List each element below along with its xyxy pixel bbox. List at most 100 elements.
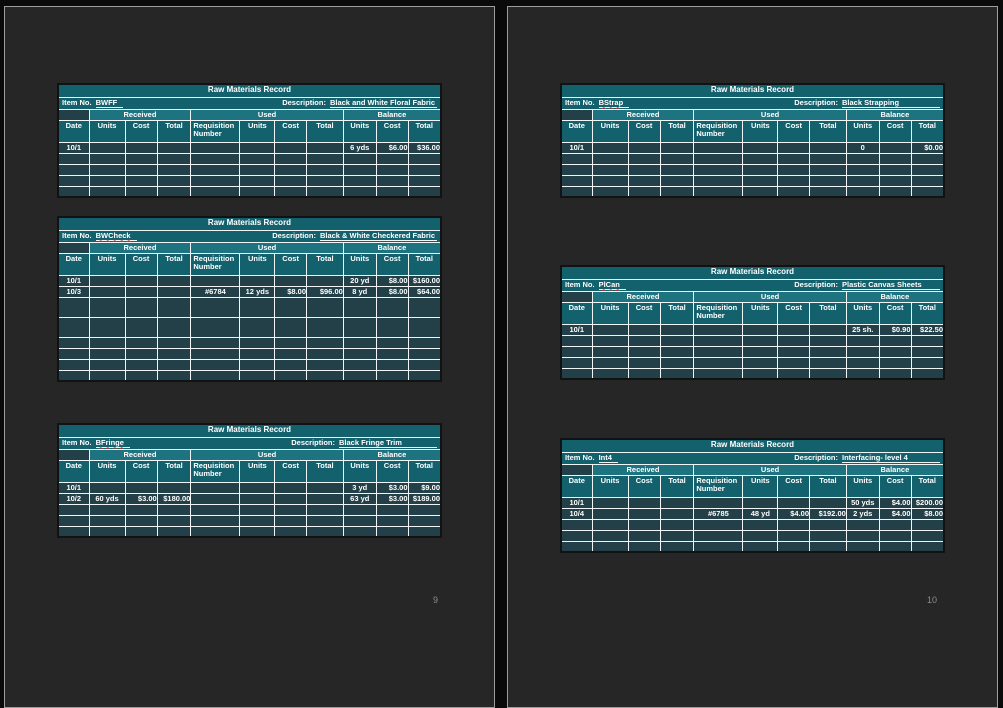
column-header[interactable]: Units [591, 119, 629, 143]
table-cell[interactable] [306, 369, 344, 382]
table-cell[interactable] [809, 141, 847, 154]
table-cell[interactable] [239, 163, 276, 176]
item-description-row[interactable]: Item No. PlCan Description: Plastic Canvas … [560, 278, 945, 292]
item-no-value[interactable]: BStrap [598, 98, 630, 108]
table-cell[interactable] [659, 367, 695, 380]
table-cell[interactable] [306, 174, 344, 187]
table-cell[interactable] [693, 141, 744, 154]
table-cell[interactable] [88, 481, 126, 494]
table-cell[interactable] [777, 163, 811, 176]
column-header[interactable]: Units [742, 474, 779, 498]
table-cell[interactable] [560, 463, 593, 476]
table-cell[interactable] [190, 152, 241, 165]
table-cell[interactable] [375, 369, 409, 382]
column-header[interactable]: Units [239, 459, 276, 483]
table-cell[interactable]: $180.00 [156, 492, 192, 505]
table-cell[interactable] [407, 347, 442, 360]
table-cell[interactable] [742, 345, 779, 358]
group-header[interactable]: Used [693, 108, 847, 121]
table-cell[interactable] [742, 185, 779, 198]
table-cell[interactable] [627, 323, 661, 336]
table-cell[interactable]: $6.00 [375, 141, 409, 154]
column-header[interactable]: Total [809, 119, 847, 143]
column-header[interactable]: Cost [124, 252, 158, 276]
table-cell[interactable] [239, 481, 276, 494]
table-cell[interactable] [156, 369, 192, 382]
table-cell[interactable] [342, 503, 377, 516]
table-cell[interactable] [156, 514, 192, 527]
column-header[interactable]: Cost [627, 474, 661, 498]
table-cell[interactable] [878, 367, 912, 380]
column-header[interactable]: Cost [878, 301, 912, 325]
table-cell[interactable] [693, 496, 744, 509]
table-cell[interactable] [342, 174, 377, 187]
table-cell[interactable] [809, 174, 847, 187]
table-cell[interactable] [878, 540, 912, 553]
column-header[interactable]: Total [306, 252, 344, 276]
table-cell[interactable] [124, 285, 158, 298]
table-cell[interactable] [190, 492, 241, 505]
table-cell[interactable] [591, 356, 629, 369]
table-cell[interactable] [910, 152, 945, 165]
table-cell[interactable] [88, 296, 126, 318]
column-header[interactable]: Cost [274, 459, 308, 483]
table-cell[interactable] [57, 358, 90, 371]
table-cell[interactable] [342, 163, 377, 176]
table-cell[interactable]: 48 yd [742, 507, 779, 520]
column-header[interactable]: Total [910, 301, 945, 325]
table-cell[interactable] [777, 367, 811, 380]
table-cell[interactable]: $64.00 [407, 285, 442, 298]
description-value[interactable]: Black and White Floral Fabric [329, 98, 437, 108]
table-cell[interactable] [306, 141, 344, 154]
table-cell[interactable] [693, 174, 744, 187]
table-cell[interactable] [627, 540, 661, 553]
table-cell[interactable] [124, 358, 158, 371]
table-cell[interactable] [845, 518, 880, 531]
table-cell[interactable] [239, 358, 276, 371]
table-cell[interactable] [845, 334, 880, 347]
table-cell[interactable] [57, 369, 90, 382]
table-cell[interactable] [627, 367, 661, 380]
table-cell[interactable] [407, 296, 442, 318]
table-cell[interactable] [156, 358, 192, 371]
table-cell[interactable] [659, 496, 695, 509]
table-cell[interactable] [190, 316, 241, 338]
table-cell[interactable] [910, 367, 945, 380]
table-cell[interactable] [560, 334, 593, 347]
table-cell[interactable] [124, 481, 158, 494]
group-header[interactable]: Received [591, 108, 695, 121]
table-cell[interactable] [156, 152, 192, 165]
table-cell[interactable]: $3.00 [375, 481, 409, 494]
description-value[interactable]: Plastic Canvas Sheets [842, 280, 940, 290]
table-cell[interactable] [88, 185, 126, 198]
table-cell[interactable] [239, 174, 276, 187]
table-cell[interactable] [239, 152, 276, 165]
table-cell[interactable]: $4.00 [777, 507, 811, 520]
column-header[interactable]: Cost [878, 474, 912, 498]
table-cell[interactable] [156, 296, 192, 318]
table-cell[interactable] [306, 492, 344, 505]
table-cell[interactable] [693, 356, 744, 369]
column-header[interactable]: Total [910, 474, 945, 498]
group-header[interactable]: Received [591, 463, 695, 476]
table-cell[interactable]: $8.00 [375, 285, 409, 298]
table-cell[interactable] [156, 525, 192, 538]
table-cell[interactable] [375, 185, 409, 198]
column-header[interactable]: Total [407, 252, 442, 276]
table-cell[interactable]: #6784 [190, 285, 241, 298]
page-left[interactable]: 9 Raw Materials Record Item No. BWFF Descri… [4, 6, 495, 708]
table-cell[interactable] [124, 174, 158, 187]
table-cell[interactable] [659, 141, 695, 154]
table-cell[interactable] [375, 174, 409, 187]
group-header[interactable]: Used [190, 108, 344, 121]
table-cell[interactable] [274, 316, 308, 338]
table-cell[interactable]: 10/3 [57, 285, 90, 298]
group-header[interactable]: Received [591, 290, 695, 303]
table-cell[interactable] [375, 358, 409, 371]
table-cell[interactable] [560, 108, 593, 121]
table-cell[interactable] [156, 285, 192, 298]
table-cell[interactable] [809, 356, 847, 369]
table-cell[interactable] [693, 540, 744, 553]
table-cell[interactable] [910, 529, 945, 542]
column-header[interactable]: Units [342, 119, 377, 143]
